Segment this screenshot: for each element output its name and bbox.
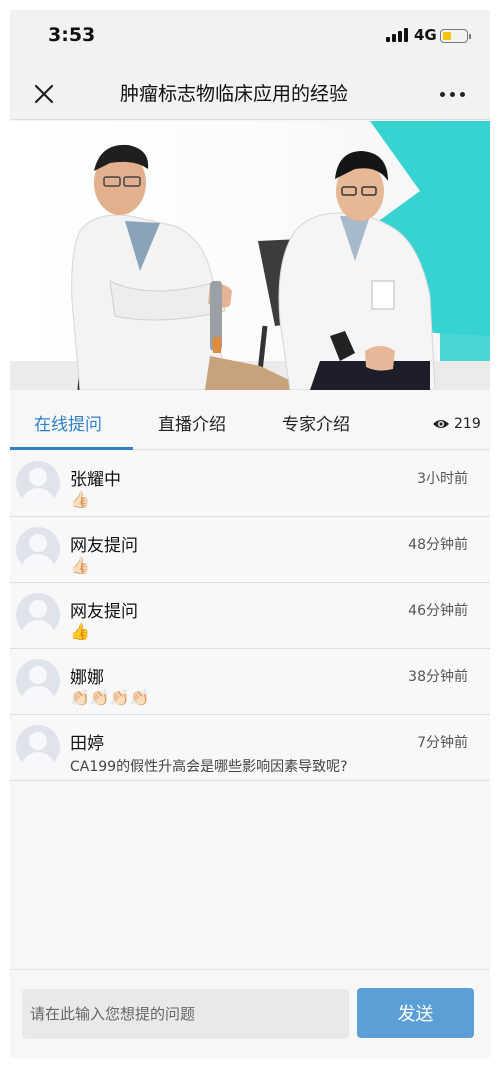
tab-online-questions[interactable]: 在线提问 [34,410,102,435]
viewer-count: 219 [454,416,481,432]
send-button[interactable]: 发送 [357,988,474,1038]
signal-icon [386,28,408,42]
time-ago: 38分钟前 [408,669,468,685]
status-time: 3:53 [48,24,96,46]
status-bar: 3:53 4G [10,10,490,66]
video-frame [10,121,490,390]
tab-live-intro[interactable]: 直播介绍 [158,410,226,435]
time-ago: 48分钟前 [408,537,468,553]
battery-icon [440,29,471,43]
question-input[interactable] [22,989,349,1039]
viewer-counter: 219 [432,414,481,434]
time-ago: 7分钟前 [417,735,468,751]
user-name: 网友提问 [70,536,138,556]
list-item: 网友提问 46分钟前 👍 [10,583,490,649]
user-name: 张耀中 [70,470,121,490]
time-ago: 3小时前 [417,471,468,487]
active-tab-indicator [10,447,133,450]
close-icon[interactable] [32,82,56,106]
list-item: 张耀中 3小时前 👍🏻 [10,451,490,517]
tab-bar: 在线提问 直播介绍 专家介绍 219 [10,390,490,450]
phone-screen: 3:53 4G 肿瘤标志物临床应用的经验 在线提问 直播介绍 专家介绍 219 … [10,10,490,1058]
avatar [16,593,60,637]
avatar [16,725,60,769]
avatar [16,527,60,571]
network-label: 4G [414,26,437,44]
tab-expert-intro[interactable]: 专家介绍 [282,410,350,435]
live-video-player[interactable] [10,121,490,390]
question-input-bar: 发送 [10,969,490,1058]
more-icon[interactable] [440,92,466,98]
message-text: CA199的假性升高会是哪些影响因素导致呢? [70,759,348,775]
eye-icon [433,420,449,428]
avatar [16,461,60,505]
user-name: 娜娜 [70,668,104,688]
user-name: 网友提问 [70,602,138,622]
message-text: 👍🏻 [70,490,90,509]
question-list: 张耀中 3小时前 👍🏻 网友提问 48分钟前 👍🏻 网友提问 46分钟前 👍 娜… [10,451,490,969]
user-name: 田婷 [70,734,104,754]
message-text: 👍 [70,622,90,641]
nav-bar: 肿瘤标志物临床应用的经验 [10,66,490,120]
page-title: 肿瘤标志物临床应用的经验 [120,83,349,105]
message-text: 👏🏻👏🏻👏🏻👏🏻 [70,688,150,707]
message-text: 👍🏻 [70,556,90,575]
list-item: 田婷 7分钟前 CA199的假性升高会是哪些影响因素导致呢? [10,715,490,781]
avatar [16,659,60,703]
list-item: 娜娜 38分钟前 👏🏻👏🏻👏🏻👏🏻 [10,649,490,715]
list-item: 网友提问 48分钟前 👍🏻 [10,517,490,583]
time-ago: 46分钟前 [408,603,468,619]
